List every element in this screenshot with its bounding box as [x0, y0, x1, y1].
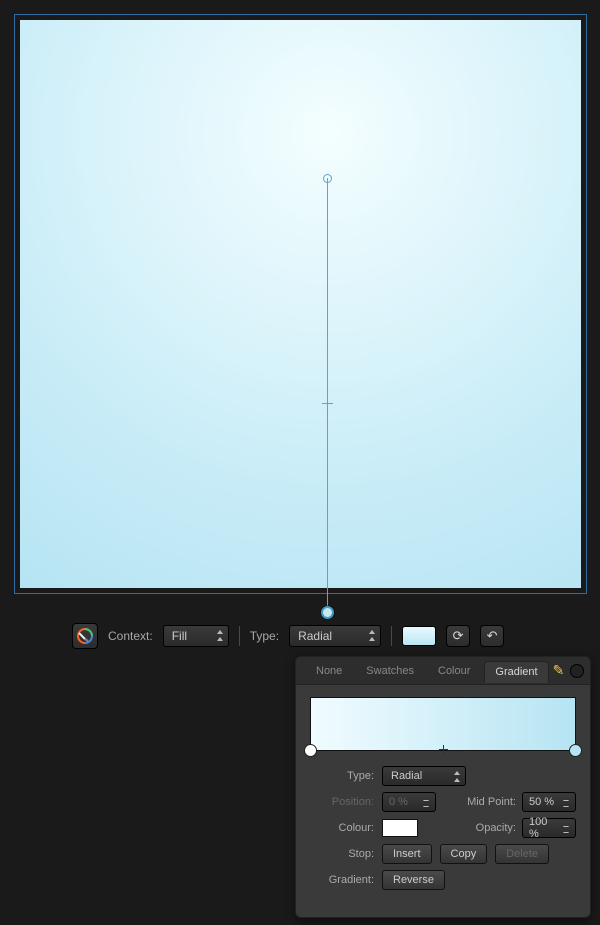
colour-chip[interactable]: [382, 819, 418, 837]
artboard[interactable]: [20, 20, 581, 588]
tab-swatches[interactable]: Swatches: [356, 660, 424, 682]
colour-label: Colour:: [310, 822, 374, 834]
position-value: 0 %: [389, 796, 408, 808]
gradient-panel: None Swatches Colour Gradient ✎ Type: Ra…: [295, 656, 591, 918]
gradient-on-canvas-control[interactable]: [327, 178, 328, 613]
panel-tab-bar: None Swatches Colour Gradient ✎: [296, 657, 590, 685]
opacity-value: 100 %: [529, 816, 559, 840]
context-toolbar: Context: Fill Type: Radial ⟳ ↶: [72, 620, 504, 652]
opacity-label: Opacity:: [476, 822, 516, 834]
reverse-button[interactable]: Reverse: [382, 870, 445, 890]
gradient-start-handle[interactable]: [323, 174, 332, 183]
context-value: Fill: [172, 629, 187, 643]
gradient-type-value: Radial: [391, 770, 422, 782]
gradient-crosshair[interactable]: [322, 398, 333, 409]
type-dropdown[interactable]: Radial: [289, 625, 381, 647]
context-dropdown[interactable]: Fill: [163, 625, 229, 647]
gradient-stop-start[interactable]: [304, 744, 317, 757]
gradient-midpoint-handle[interactable]: [443, 745, 444, 755]
fill-tool-icon[interactable]: [72, 623, 98, 649]
gradient-form: Type: Radial Position: 0 % Mid Point: 50…: [296, 759, 590, 897]
canvas-selection-bounds: [14, 14, 587, 594]
tab-none[interactable]: None: [306, 660, 352, 682]
reverse-icon: ↶: [487, 628, 498, 644]
gradient-preview[interactable]: [310, 697, 576, 751]
eyedropper-icon[interactable]: ✎: [553, 662, 565, 679]
delete-stop-button[interactable]: Delete: [495, 844, 549, 864]
midpoint-input[interactable]: 50 %: [522, 792, 576, 812]
gradient-stop-end[interactable]: [569, 744, 582, 757]
type-label: Type:: [250, 629, 279, 643]
type-label: Type:: [310, 770, 374, 782]
context-label: Context:: [108, 629, 153, 643]
gradient-type-dropdown[interactable]: Radial: [382, 766, 466, 786]
no-fill-icon[interactable]: [570, 664, 584, 678]
rotate-icon: ⟳: [453, 628, 464, 644]
gradient-editor[interactable]: [310, 697, 576, 751]
gradient-swatch[interactable]: [402, 626, 436, 646]
midpoint-value: 50 %: [529, 796, 554, 808]
insert-stop-button[interactable]: Insert: [382, 844, 432, 864]
gradient-end-handle[interactable]: [321, 606, 334, 619]
midpoint-label: Mid Point:: [467, 796, 516, 808]
copy-stop-button[interactable]: Copy: [440, 844, 488, 864]
reverse-gradient-button[interactable]: ↶: [480, 625, 504, 647]
separator: [239, 626, 240, 646]
tab-colour[interactable]: Colour: [428, 660, 480, 682]
tab-gradient[interactable]: Gradient: [484, 661, 548, 683]
gradient-label: Gradient:: [310, 874, 374, 886]
opacity-input[interactable]: 100 %: [522, 818, 576, 838]
position-input[interactable]: 0 %: [382, 792, 436, 812]
type-value: Radial: [298, 629, 332, 643]
rotate-gradient-button[interactable]: ⟳: [446, 625, 470, 647]
gradient-line[interactable]: [327, 178, 328, 613]
position-label: Position:: [310, 796, 374, 808]
separator: [391, 626, 392, 646]
stop-label: Stop:: [310, 848, 374, 860]
